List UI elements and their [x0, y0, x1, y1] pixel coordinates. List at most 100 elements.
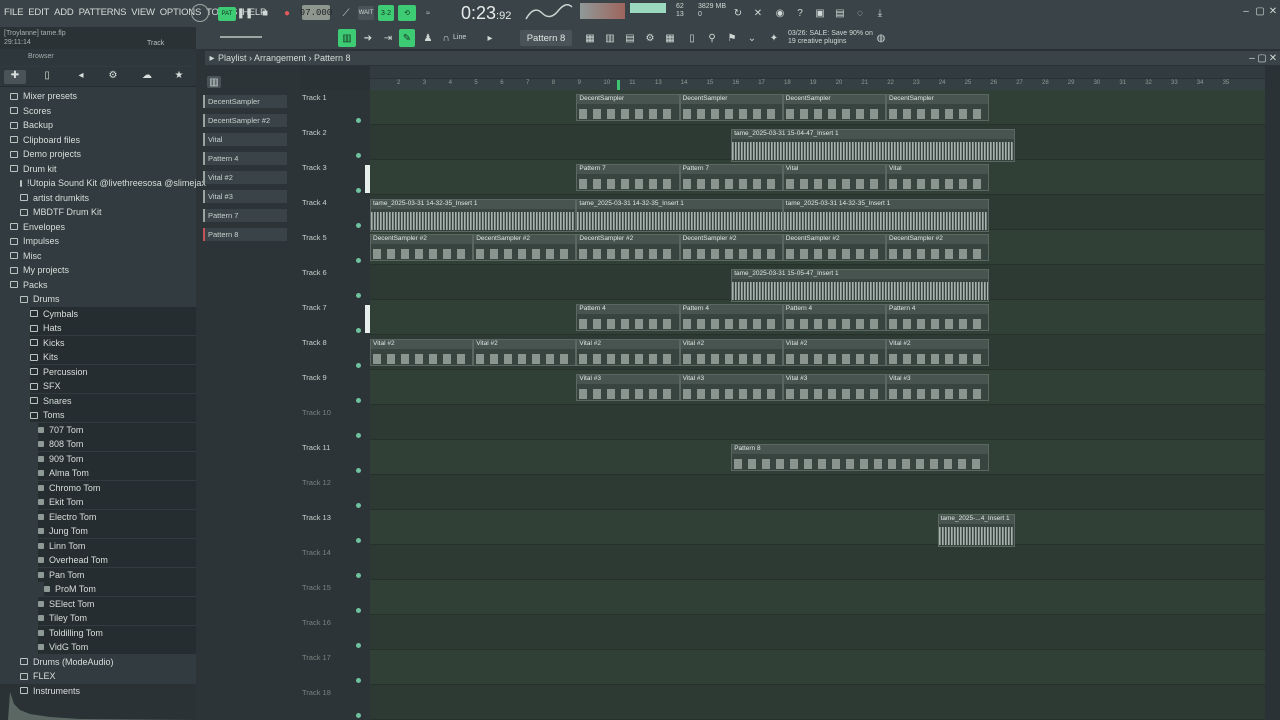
browser-item[interactable]: Toms [30, 408, 196, 422]
pattern-clip[interactable]: DecentSampler #2 [370, 234, 474, 261]
browser-item[interactable]: Demo projects [10, 147, 196, 161]
draw-tool-button[interactable]: ✎ [399, 29, 415, 47]
track-mute-led[interactable] [356, 118, 361, 123]
browser-item[interactable]: Clipboard files [10, 133, 196, 147]
channel-button[interactable]: Vital #2 [203, 171, 287, 184]
track-name[interactable]: Track 14 [302, 548, 331, 557]
browser-item[interactable]: 808 Tom [38, 437, 196, 451]
audio-clip[interactable]: tame_2025-03-31 14-32-35_Insert 1 [370, 199, 577, 232]
track-mute-led[interactable] [356, 643, 361, 648]
track-name[interactable]: Track 6 [302, 268, 327, 277]
audio-clip[interactable]: tame_2025-...4_Insert 1 [937, 514, 1015, 547]
audio-clip[interactable]: tame_2025-03-31 14-32-35_Insert 1 [576, 199, 783, 232]
help-icon[interactable]: ? [792, 5, 808, 21]
playlist-maximize-icon[interactable]: ▢ [1257, 52, 1267, 64]
browser-item[interactable]: Mixer presets [10, 89, 196, 103]
track-name[interactable]: Track 16 [302, 618, 331, 627]
track-lane[interactable] [370, 685, 1265, 720]
pause-icon[interactable]: ❚❚ [237, 5, 254, 21]
pattern-clip[interactable]: DecentSampler #2 [886, 234, 990, 261]
browser-item[interactable]: Tiley Tom [38, 611, 196, 625]
menu-add[interactable]: ADD [54, 7, 74, 18]
browser-item[interactable]: Envelopes [10, 220, 196, 234]
browser-item[interactable]: Chromo Tom [38, 480, 196, 495]
browser-item[interactable]: 707 Tom [38, 422, 196, 437]
piano-roll-icon[interactable]: ▦ [582, 29, 598, 47]
song-mode-button[interactable]: PAT [218, 7, 236, 21]
browser-item[interactable]: Cymbals [30, 306, 196, 321]
track-mute-led[interactable] [356, 468, 361, 473]
browser-icon[interactable]: ▦ [662, 29, 678, 47]
menu-file[interactable]: FILE [4, 7, 23, 18]
chevron-icon[interactable]: ⌄ [744, 29, 760, 47]
pattern-clip[interactable]: Pattern 4 [576, 304, 680, 331]
pattern-clip[interactable]: Vital [782, 164, 886, 191]
pattern-clip[interactable]: Vital [886, 164, 990, 191]
browser-item[interactable]: Drums [20, 292, 196, 306]
track-name[interactable]: Track 15 [302, 583, 331, 592]
browser-item[interactable]: Alma Tom [38, 466, 196, 480]
mic-icon[interactable]: ◉ [772, 5, 788, 21]
channel-rack-icon[interactable]: ▥ [602, 29, 618, 47]
track-name[interactable]: Track 7 [302, 303, 327, 312]
playlist-minimize-icon[interactable]: – [1247, 52, 1257, 64]
browser-item[interactable]: Snares [30, 393, 196, 408]
track-name[interactable]: Track 2 [302, 128, 327, 137]
menu-view[interactable]: VIEW [131, 7, 155, 18]
file-icon[interactable]: ▯ [684, 29, 700, 47]
browser-tab-plugins[interactable]: ⚙ [102, 70, 124, 84]
track-lane[interactable] [370, 510, 1265, 545]
wait-input-button[interactable]: WAIT [358, 6, 374, 20]
track-name[interactable]: Track 8 [302, 338, 327, 347]
pattern-clip[interactable]: Pattern 8 [731, 444, 990, 471]
track-lane[interactable] [370, 650, 1265, 685]
channel-button[interactable]: Vital #3 [203, 190, 287, 203]
browser-item[interactable]: Hats [30, 321, 196, 335]
tempo-display[interactable]: 97.000 [300, 5, 332, 20]
channel-button[interactable]: Pattern 8 [203, 228, 287, 241]
stop-icon[interactable]: ■ [258, 5, 272, 21]
track-name[interactable]: Track 17 [302, 653, 331, 662]
mixer-icon[interactable]: ▤ [832, 5, 848, 21]
browser-item[interactable]: Linn Tom [38, 538, 196, 553]
track-mute-led[interactable] [356, 188, 361, 193]
browser-item[interactable]: Drums (ModeAudio) [20, 655, 196, 669]
playlist-snap-button[interactable]: ▥ [338, 29, 356, 47]
stamp-icon[interactable]: ♟ [420, 29, 436, 47]
menu-patterns[interactable]: PATTERNS [79, 7, 127, 18]
track-mute-led[interactable] [356, 223, 361, 228]
track-mute-led[interactable] [356, 433, 361, 438]
tuner-icon[interactable]: ⚲ [704, 29, 720, 47]
browser-item[interactable]: ProM Tom [44, 582, 196, 596]
pattern-clip[interactable]: Pattern 4 [782, 304, 886, 331]
track-name[interactable]: Track 13 [302, 513, 331, 522]
pattern-clip[interactable]: Vital #2 [576, 339, 680, 366]
arrow-right-icon[interactable]: ➔ [360, 29, 376, 47]
track-lane[interactable] [370, 405, 1265, 440]
browser-item[interactable]: Percussion [30, 364, 196, 379]
snap-value[interactable]: Line [453, 34, 466, 41]
pattern-clip[interactable]: Vital #2 [886, 339, 990, 366]
vertical-scrollbar[interactable] [1265, 79, 1280, 720]
browser-item[interactable]: Ekit Tom [38, 495, 196, 509]
globe-icon[interactable]: ◍ [874, 29, 888, 47]
pattern-clip[interactable]: Vital #2 [473, 339, 577, 366]
track-lane[interactable] [370, 580, 1265, 615]
track-mute-led[interactable] [356, 258, 361, 263]
audio-clip[interactable]: tame_2025-03-31 14-32-35_Insert 1 [782, 199, 990, 232]
minimize-icon[interactable]: – [1240, 4, 1252, 18]
track-mute-led[interactable] [356, 398, 361, 403]
browser-tab-favorites[interactable]: ★ [168, 70, 190, 84]
plugin-icon[interactable]: ⚙ [642, 29, 658, 47]
track-name[interactable]: Track 10 [302, 408, 331, 417]
browser-item[interactable]: Impulses [10, 234, 196, 248]
track-name[interactable]: Track 12 [302, 478, 331, 487]
prev-pattern-icon[interactable]: ▸ [484, 29, 496, 47]
link-icon[interactable]: ⚑ [724, 29, 740, 47]
maximize-icon[interactable]: ▢ [1254, 4, 1266, 18]
track-mute-led[interactable] [356, 503, 361, 508]
timeline-ruler[interactable] [370, 79, 1265, 90]
channel-button[interactable]: DecentSampler [203, 95, 287, 108]
pattern-clip[interactable]: DecentSampler #2 [679, 234, 783, 261]
browser-item[interactable]: Backup [10, 118, 196, 132]
